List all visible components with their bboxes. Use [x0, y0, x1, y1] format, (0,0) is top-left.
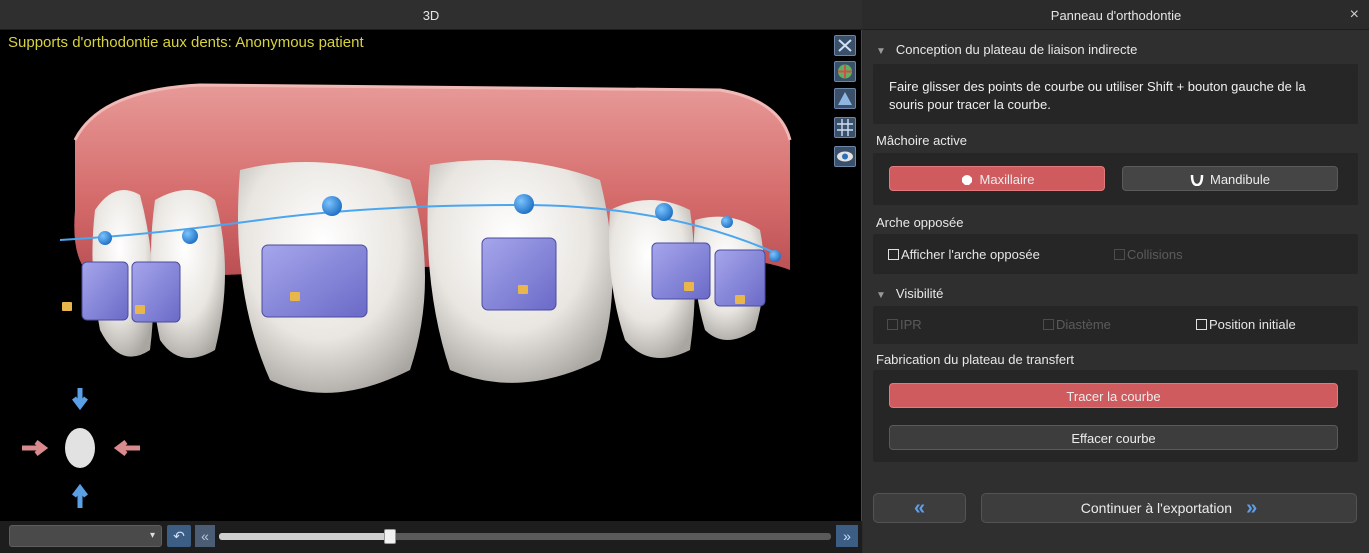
3d-viewport[interactable]: 3D Supports d'orthodontie aux dents: Ano… — [0, 0, 862, 553]
chevron-down-icon: ▾ — [149, 530, 155, 541]
collisions-label: Collisions — [1127, 247, 1183, 262]
viewport-title: 3D — [422, 8, 440, 23]
initial-position-label: Position initiale — [1209, 317, 1296, 332]
panel-title: Panneau d'orthodontie — [1050, 8, 1182, 23]
panel-titlebar: Panneau d'orthodontie × — [863, 0, 1369, 30]
arrow-left-icon — [113, 440, 140, 456]
ipr-label: IPR — [900, 317, 922, 332]
checkbox-icon — [888, 249, 899, 260]
view-select[interactable]: ▾ — [9, 525, 162, 547]
timeline-handle[interactable] — [384, 529, 396, 544]
orientation-widget — [22, 388, 140, 508]
continue-export-label: Continuer à l'exportation — [1080, 500, 1233, 516]
section-conception-header[interactable]: ▼ Conception du plateau de liaison indire… — [876, 42, 1137, 57]
head-icon — [65, 428, 95, 468]
back-button[interactable]: « — [873, 493, 966, 523]
timeline-slider[interactable] — [219, 529, 831, 544]
opposing-arch-box: Afficher l'arche opposée Collisions — [873, 234, 1358, 274]
trace-curve-button[interactable]: Tracer la courbe — [889, 383, 1338, 408]
collisions-checkbox[interactable]: Collisions — [1114, 247, 1183, 262]
undo-button[interactable]: ↶ — [167, 525, 191, 547]
show-opposing-label: Afficher l'arche opposée — [901, 247, 1040, 262]
mandibule-button[interactable]: Mandibule — [1122, 166, 1338, 191]
next-frame-button[interactable]: » — [836, 525, 858, 547]
hint-text: Faire glisser des points de courbe ou ut… — [889, 79, 1306, 112]
fabrication-label: Fabrication du plateau de transfert — [876, 352, 1075, 367]
mesh-icon[interactable] — [834, 88, 856, 109]
grid-icon[interactable] — [834, 117, 856, 138]
cut-icon[interactable] — [834, 35, 856, 56]
mandibule-label: Mandibule — [1210, 172, 1270, 187]
collapse-triangle-icon: ▼ — [876, 46, 886, 57]
close-icon[interactable]: × — [1350, 6, 1359, 24]
double-chevron-left-icon: « — [913, 497, 926, 519]
upper-jaw-icon — [960, 169, 974, 194]
maxillaire-button[interactable]: Maxillaire — [889, 166, 1105, 191]
arrow-right-icon — [22, 440, 49, 456]
lower-jaw-icon — [1190, 169, 1204, 194]
viewport-titlebar: 3D — [0, 0, 862, 30]
jaw-label: Mâchoire active — [876, 133, 968, 148]
section-conception-label: Conception du plateau de liaison indirec… — [895, 42, 1138, 57]
hint-box: Faire glisser des points de courbe ou ut… — [873, 64, 1358, 124]
jaw-selector: Maxillaire Mandibule — [873, 153, 1358, 205]
diasteme-checkbox[interactable]: Diastème — [1043, 317, 1111, 332]
scene-caption: Supports d'orthodontie aux dents: Anonym… — [8, 34, 364, 51]
timeline-fill — [219, 533, 390, 540]
maxillaire-label: Maxillaire — [979, 172, 1035, 187]
checkbox-icon — [1114, 249, 1125, 260]
arrow-down-icon — [72, 388, 88, 411]
arrow-up-icon — [72, 483, 88, 508]
erase-curve-button[interactable]: Effacer courbe — [889, 425, 1338, 450]
viewport-toolbar: ▾ ↶ « » — [0, 521, 862, 553]
dental-3d-model[interactable] — [0, 30, 862, 520]
visibility-box: IPR Diastème Position initiale — [873, 306, 1358, 344]
checkbox-icon — [1043, 319, 1054, 330]
fabrication-box: Tracer la courbe Effacer courbe — [873, 370, 1358, 462]
continue-export-button[interactable]: Continuer à l'exportation » — [981, 493, 1357, 523]
orientation-icon[interactable] — [834, 61, 856, 82]
collapse-triangle-icon: ▼ — [876, 290, 886, 301]
previous-frame-button[interactable]: « — [195, 525, 215, 547]
checkbox-icon — [1196, 319, 1207, 330]
diasteme-label: Diastème — [1056, 317, 1111, 332]
orthodontic-panel: Panneau d'orthodontie × ▼ Conception du p… — [863, 0, 1369, 553]
initial-position-checkbox[interactable]: Position initiale — [1196, 317, 1296, 332]
eye-icon[interactable] — [834, 146, 856, 167]
double-chevron-right-icon: » — [1246, 497, 1258, 519]
ipr-checkbox[interactable]: IPR — [887, 317, 922, 332]
checkbox-icon — [887, 319, 898, 330]
section-visibility-label: Visibilité — [895, 286, 944, 301]
section-visibility-header[interactable]: ▼ Visibilité — [876, 286, 943, 301]
opposing-arch-label: Arche opposée — [876, 215, 964, 230]
show-opposing-checkbox[interactable]: Afficher l'arche opposée — [888, 247, 1040, 262]
